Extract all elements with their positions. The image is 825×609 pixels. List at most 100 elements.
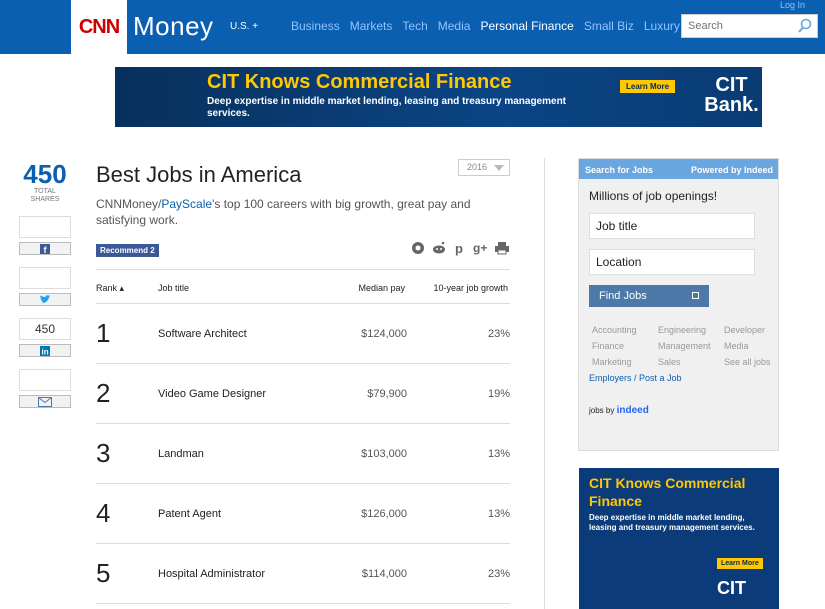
row-rank: 4 (96, 498, 111, 528)
email-count (19, 369, 71, 391)
row-median-pay: $114,000 (361, 568, 407, 580)
job-title-field[interactable]: Job title (589, 213, 755, 239)
nav-business[interactable]: Business (291, 19, 340, 33)
category-link[interactable]: Accounting (592, 325, 637, 335)
category-link[interactable]: Finance (592, 341, 624, 351)
see-all-jobs-link[interactable]: See all jobs (724, 357, 771, 367)
row-median-pay: $79,900 (367, 388, 407, 400)
facebook-recommend-label: Recommend 2 (100, 246, 155, 255)
google-plus-icon[interactable]: g+ (473, 240, 489, 256)
pinterest-icon[interactable]: p (452, 240, 468, 256)
email-share-button[interactable] (19, 395, 71, 408)
money-logo[interactable]: Money (133, 11, 214, 42)
chevron-down-icon (494, 165, 504, 171)
facebook-count (19, 216, 71, 238)
twitter-count (19, 267, 71, 289)
twitter-share-button[interactable] (19, 293, 71, 306)
share-column: 450 TOTAL SHARES f 450 in (19, 160, 71, 408)
nav-personal-finance[interactable]: Personal Finance (480, 19, 573, 33)
table-row[interactable]: 1 Software Architect $124,000 23% (96, 304, 510, 364)
job-widget-header: Search for Jobs Powered by Indeed (579, 159, 778, 179)
job-title-column-header[interactable]: Job title (158, 283, 189, 293)
reddit-icon[interactable] (431, 240, 447, 256)
category-link[interactable]: Developer (724, 325, 765, 335)
linkedin-count: 450 (19, 318, 71, 340)
facebook-recommend-button[interactable]: Recommend 2 (96, 244, 159, 257)
linkedin-icon: in (40, 345, 50, 356)
nav-media[interactable]: Media (438, 19, 471, 33)
stumbleupon-icon[interactable] (410, 240, 426, 256)
year-value: 2016 (467, 162, 488, 172)
table-row[interactable]: 2 Video Game Designer $79,900 19% (96, 364, 510, 424)
search-icon[interactable] (797, 18, 813, 34)
nav-small-biz[interactable]: Small Biz (584, 19, 634, 33)
location-field[interactable]: Location (589, 249, 755, 275)
main-nav: Business Markets Tech Media Personal Fin… (291, 19, 680, 33)
employers-post-job-link[interactable]: Employers / Post a Job (589, 373, 682, 383)
find-jobs-button[interactable]: Find Jobs (589, 285, 709, 307)
payscale-link[interactable]: PayScale (161, 197, 212, 211)
job-widget-powered[interactable]: Powered by Indeed (691, 165, 773, 175)
indeed-logo: indeed (616, 405, 649, 416)
row-job-growth: 13% (487, 448, 510, 460)
sidebar-ad-logo: CIT (717, 578, 746, 598)
row-job-title[interactable]: Hospital Administrator (158, 568, 265, 580)
subtitle-prefix: CNNMoney/ (96, 197, 162, 211)
category-link[interactable]: Media (724, 341, 749, 351)
ad-headline: CIT Knows Commercial Finance (207, 71, 512, 93)
category-link[interactable]: Sales (658, 357, 681, 367)
sidebar-ad-learn-more-button[interactable]: Learn More (717, 558, 763, 569)
job-growth-column-header[interactable]: 10-year job growth (433, 283, 508, 293)
category-link[interactable]: Management (658, 341, 711, 351)
row-job-growth: 23% (487, 328, 510, 340)
job-widget-intro: Millions of job openings! (589, 189, 718, 203)
linkedin-share-button[interactable]: in (19, 344, 71, 357)
find-jobs-label: Find Jobs (599, 290, 647, 302)
column-divider (544, 158, 545, 609)
facebook-share-button[interactable]: f (19, 242, 71, 255)
job-widget-title: Search for Jobs (585, 165, 654, 175)
twitter-icon (40, 294, 51, 303)
article-subtitle: CNNMoney/PayScale's top 100 careers with… (96, 196, 486, 228)
median-pay-column-header[interactable]: Median pay (358, 283, 405, 293)
row-median-pay: $124,000 (361, 328, 407, 340)
year-select[interactable]: 2016 (458, 159, 510, 176)
ad-logo: CIT Bank. (704, 74, 759, 116)
page-title: Best Jobs in America (96, 162, 302, 187)
article-main: Best Jobs in America 2016 CNNMoney/PaySc… (96, 159, 510, 604)
row-job-title[interactable]: Software Architect (158, 328, 247, 340)
row-median-pay: $103,000 (361, 448, 407, 460)
table-header: Rank ▴ Job title Median pay 10-year job … (96, 270, 510, 304)
print-icon[interactable] (494, 240, 510, 256)
search-box (681, 14, 818, 38)
nav-tech[interactable]: Tech (402, 19, 427, 33)
table-row[interactable]: 4 Patent Agent $126,000 13% (96, 484, 510, 544)
svg-text:in: in (42, 347, 49, 356)
sidebar-ad[interactable]: CIT Knows Commercial Finance Deep expert… (579, 468, 779, 609)
table-row[interactable]: 3 Landman $103,000 13% (96, 424, 510, 484)
rank-header-label: Rank (96, 283, 118, 293)
row-rank: 2 (96, 378, 111, 408)
cnn-logo[interactable]: CNN (71, 0, 127, 54)
nav-luxury[interactable]: Luxury (644, 19, 680, 33)
category-link[interactable]: Engineering (658, 325, 706, 335)
facebook-icon: f (40, 243, 50, 254)
sidebar-ad-subtext: Deep expertise in middle market lending,… (589, 513, 755, 532)
row-job-title[interactable]: Video Game Designer (158, 388, 266, 400)
login-link[interactable]: Log In (780, 0, 805, 10)
row-job-growth: 23% (487, 568, 510, 580)
rank-column-header[interactable]: Rank ▴ (96, 283, 124, 294)
row-rank: 5 (96, 558, 111, 588)
total-shares-label: TOTAL SHARES (30, 188, 60, 203)
row-job-title[interactable]: Landman (158, 448, 204, 460)
banner-ad[interactable]: CIT Knows Commercial Finance Deep expert… (115, 67, 762, 127)
ad-learn-more-button[interactable]: Learn More (620, 80, 676, 93)
category-link[interactable]: Marketing (592, 357, 632, 367)
edition-selector[interactable]: U.S. + (230, 21, 258, 32)
row-job-growth: 19% (487, 388, 510, 400)
table-row[interactable]: 5 Hospital Administrator $114,000 23% (96, 544, 510, 604)
nav-markets[interactable]: Markets (350, 19, 393, 33)
row-job-title[interactable]: Patent Agent (158, 508, 221, 520)
jobs-by-indeed[interactable]: jobs by indeed (589, 405, 649, 416)
search-input[interactable] (682, 15, 792, 37)
